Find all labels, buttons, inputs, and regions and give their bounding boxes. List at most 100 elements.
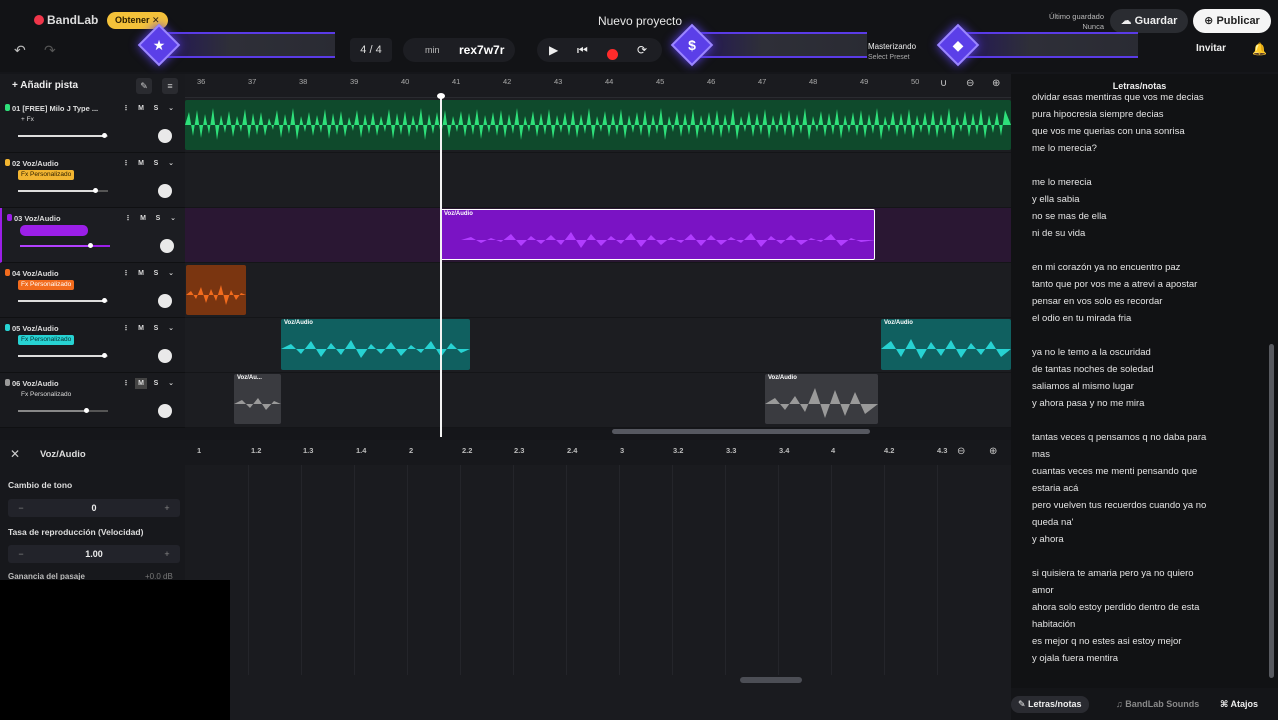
track-header-3[interactable]: 03 Voz/Audio ⋮ M S ⌄: [0, 208, 185, 263]
chevron-down-icon[interactable]: ⌄: [165, 323, 177, 334]
editor-scrollbar[interactable]: [740, 677, 802, 683]
volume-knob[interactable]: [102, 133, 107, 138]
track-name[interactable]: 01 [FREE] Milo J Type ...: [12, 104, 112, 113]
volume-knob[interactable]: [102, 353, 107, 358]
pitch-stepper[interactable]: − 0 +: [8, 499, 180, 517]
track-name[interactable]: 02 Voz/Audio: [12, 159, 112, 168]
volume-slider[interactable]: [18, 188, 108, 193]
mute-button[interactable]: M: [135, 323, 147, 334]
promo-banner-2[interactable]: [692, 32, 867, 58]
track-settings-icon[interactable]: ≡: [162, 78, 178, 94]
solo-button[interactable]: S: [150, 378, 162, 389]
plus-icon[interactable]: +: [160, 499, 174, 517]
pan-knob[interactable]: [158, 184, 172, 198]
zoom-in-icon[interactable]: ⊕: [992, 78, 1000, 89]
track-fx-badge[interactable]: + Fx: [18, 115, 37, 125]
chevron-down-icon[interactable]: ⌄: [165, 378, 177, 389]
pan-knob[interactable]: [158, 129, 172, 143]
track-name[interactable]: 03 Voz/Audio: [14, 214, 114, 223]
volume-slider[interactable]: [20, 243, 110, 248]
audio-clip-selected[interactable]: Voz/Audio: [440, 209, 875, 260]
editor-canvas[interactable]: [230, 465, 1011, 720]
lyrics-scrollbar[interactable]: [1269, 344, 1274, 678]
project-title[interactable]: Nuevo proyecto: [560, 14, 720, 28]
track-header-1[interactable]: 01 [FREE] Milo J Type ... + Fx ⋮ M S ⌄: [0, 98, 185, 153]
volume-slider[interactable]: [18, 353, 108, 358]
pan-knob[interactable]: [158, 294, 172, 308]
pan-knob[interactable]: [160, 239, 174, 253]
volume-slider[interactable]: [18, 298, 108, 303]
pan-knob[interactable]: [158, 349, 172, 363]
magnet-icon[interactable]: ∪: [940, 78, 947, 89]
volume-slider[interactable]: [18, 408, 108, 413]
more-icon[interactable]: ⋮: [120, 103, 132, 114]
tab-lyrics[interactable]: ✎ Letras/notas: [1011, 696, 1089, 713]
mute-button[interactable]: M: [135, 268, 147, 279]
skip-back-icon[interactable]: ⏮: [577, 43, 588, 58]
tab-bandlab-sounds[interactable]: ♫ BandLab Sounds: [1109, 696, 1206, 713]
audio-clip-beat[interactable]: [185, 100, 1011, 150]
chevron-down-icon[interactable]: ⌄: [165, 268, 177, 279]
volume-knob[interactable]: [84, 408, 89, 413]
solo-button[interactable]: S: [150, 323, 162, 334]
pan-knob[interactable]: [158, 404, 172, 418]
promo-banner-1[interactable]: [160, 32, 335, 58]
playhead-handle[interactable]: [437, 93, 445, 99]
audio-clip-orange[interactable]: [186, 265, 246, 315]
audio-clip-gray-2[interactable]: Voz/Audio: [765, 374, 878, 424]
track-header-4[interactable]: 04 Voz/Audio Fx Personalizado ⋮ M S ⌄: [0, 263, 185, 318]
plus-icon[interactable]: +: [160, 545, 174, 563]
solo-button[interactable]: S: [150, 103, 162, 114]
automation-icon[interactable]: ✎: [136, 78, 152, 94]
chevron-down-icon[interactable]: ⌄: [167, 213, 179, 224]
track-header-6[interactable]: 06 Voz/Audio Fx Personalizado ⋮ M S ⌄: [0, 373, 185, 428]
solo-button[interactable]: S: [150, 268, 162, 279]
solo-button[interactable]: S: [150, 158, 162, 169]
loop-icon[interactable]: ⟳: [637, 43, 647, 57]
volume-slider[interactable]: [18, 133, 108, 138]
mute-button[interactable]: M: [137, 213, 149, 224]
mute-button[interactable]: M: [135, 378, 147, 389]
track-name[interactable]: 04 Voz/Audio: [12, 269, 112, 278]
timeline-ruler[interactable]: 36 37 38 39 40 41 42 43 44 45 46 47 48 4…: [185, 74, 1011, 98]
editor-ruler[interactable]: 1 1.2 1.3 1.4 2 2.2 2.3 2.4 3 3.2 3.3 3.…: [185, 440, 1011, 465]
more-icon[interactable]: ⋮: [120, 323, 132, 334]
tempo-key-display[interactable]: min rex7w7r: [403, 38, 515, 62]
mute-button[interactable]: M: [135, 103, 147, 114]
zoom-out-icon[interactable]: ⊖: [966, 78, 974, 89]
track-header-5[interactable]: 05 Voz/Audio Fx Personalizado ⋮ M S ⌄: [0, 318, 185, 373]
more-icon[interactable]: ⋮: [120, 158, 132, 169]
zoom-in-icon[interactable]: ⊕: [989, 446, 997, 457]
horizontal-scrollbar[interactable]: [612, 429, 870, 434]
save-button[interactable]: ☁ Guardar: [1110, 9, 1188, 33]
editor-canvas-left[interactable]: [185, 465, 230, 580]
solo-button[interactable]: S: [152, 213, 164, 224]
track-lane-4[interactable]: [185, 263, 1011, 318]
volume-knob[interactable]: [93, 188, 98, 193]
minus-icon[interactable]: −: [14, 545, 28, 563]
minus-icon[interactable]: −: [14, 499, 28, 517]
track-fx-badge[interactable]: Fx Personalizado: [18, 390, 74, 400]
invite-button[interactable]: Invitar: [1196, 43, 1226, 54]
publish-button[interactable]: ⊕ Publicar: [1193, 9, 1271, 33]
more-icon[interactable]: ⋮: [120, 378, 132, 389]
track-name[interactable]: 05 Voz/Audio: [12, 324, 112, 333]
track-fx-badge[interactable]: Fx Personalizado: [18, 335, 75, 345]
volume-knob[interactable]: [102, 298, 107, 303]
close-icon[interactable]: ✕: [10, 447, 20, 461]
track-name[interactable]: 06 Voz/Audio: [12, 379, 112, 388]
chevron-down-icon[interactable]: ⌄: [165, 103, 177, 114]
mute-button[interactable]: M: [135, 158, 147, 169]
track-fx-badge[interactable]: [20, 225, 88, 236]
promo-banner-3[interactable]: [958, 32, 1138, 58]
audio-clip-teal-2[interactable]: Voz/Audio: [881, 319, 1011, 370]
more-icon[interactable]: ⋮: [122, 213, 134, 224]
chevron-down-icon[interactable]: ⌄: [165, 158, 177, 169]
audio-clip-gray-1[interactable]: Voz/Au...: [234, 374, 281, 424]
redo-icon[interactable]: ↷: [44, 42, 56, 59]
track-fx-badge[interactable]: Fx Personalizado: [18, 280, 75, 290]
volume-knob[interactable]: [88, 243, 93, 248]
bandlab-logo[interactable]: BandLab: [34, 13, 98, 27]
tab-shortcuts[interactable]: ⌘ Atajos: [1213, 696, 1265, 713]
more-icon[interactable]: ⋮: [120, 268, 132, 279]
